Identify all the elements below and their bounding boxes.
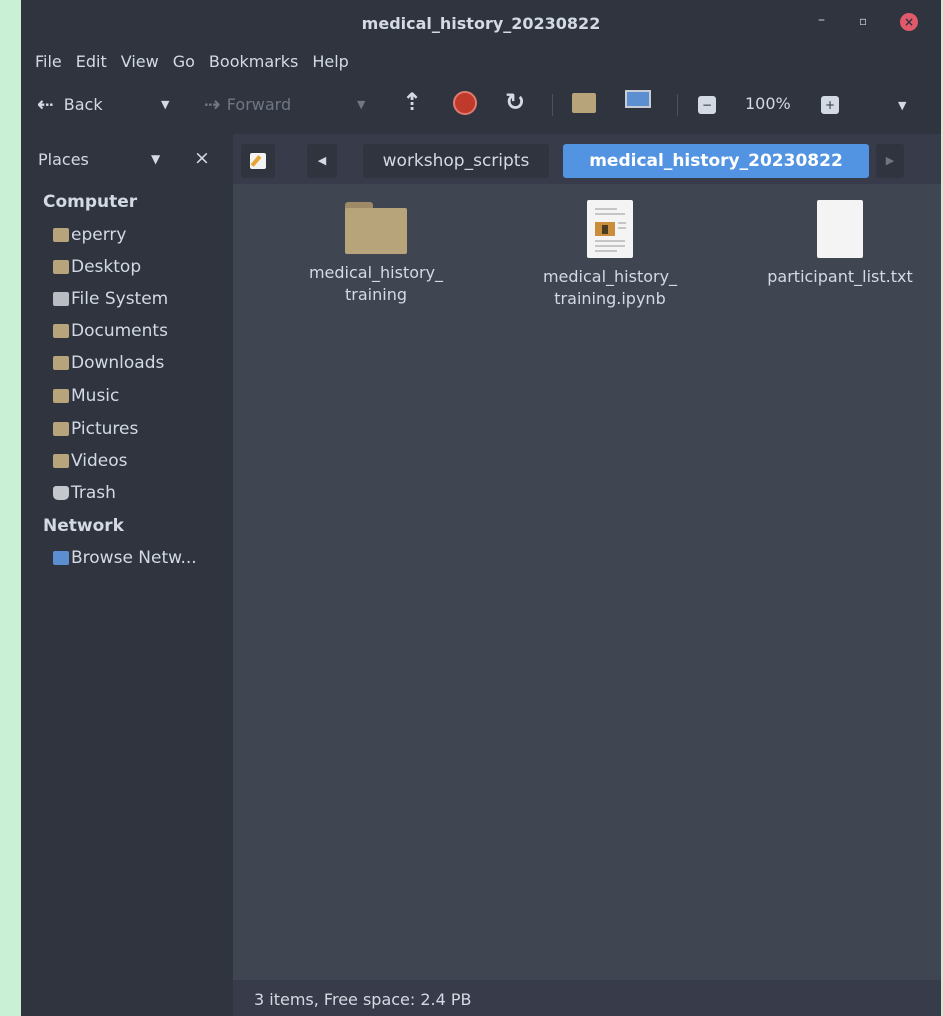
forward-arrow-icon: ⇢ bbox=[204, 92, 221, 116]
menu-help[interactable]: Help bbox=[312, 52, 348, 71]
zoom-in-icon: + bbox=[821, 96, 839, 114]
breadcrumb-workshop-scripts[interactable]: workshop_scripts bbox=[363, 144, 549, 178]
file-name: medical_history_ training bbox=[308, 263, 444, 304]
home-folder-icon bbox=[53, 228, 69, 242]
menu-bookmarks[interactable]: Bookmarks bbox=[209, 52, 298, 71]
sidebar-item-pictures[interactable]: Pictures bbox=[53, 419, 138, 439]
documents-folder-icon bbox=[53, 324, 69, 338]
up-arrow-icon[interactable]: ⇡ bbox=[402, 88, 422, 116]
location-bar: ◀ workshop_scripts medical_history_20230… bbox=[233, 134, 941, 184]
text-file-icon bbox=[817, 200, 863, 258]
sidebar-item-desktop[interactable]: Desktop bbox=[53, 257, 141, 277]
videos-folder-icon bbox=[53, 454, 69, 468]
back-history-dropdown[interactable]: ▼ bbox=[161, 98, 169, 111]
file-item-notebook[interactable]: medical_history_ training.ipynb bbox=[515, 200, 705, 310]
back-button[interactable]: ⇠ Back bbox=[37, 92, 103, 116]
stop-icon bbox=[453, 91, 477, 115]
pictures-folder-icon bbox=[53, 422, 69, 436]
crumb-scroll-left[interactable]: ◀ bbox=[307, 144, 337, 178]
sidebar-item-documents[interactable]: Documents bbox=[53, 321, 168, 341]
menu-file[interactable]: File bbox=[35, 52, 62, 71]
sidebar-item-downloads[interactable]: Downloads bbox=[53, 353, 164, 373]
zoom-out-icon: − bbox=[698, 96, 716, 114]
side-pane: Places ▼ × Computer eperry Desktop File … bbox=[21, 134, 233, 1016]
sidebar-item-eperry[interactable]: eperry bbox=[53, 225, 126, 245]
file-name: medical_history_ training.ipynb bbox=[542, 267, 678, 308]
toolbar-overflow-dropdown[interactable]: ▼ bbox=[898, 99, 906, 112]
computer-icon bbox=[625, 90, 651, 108]
forward-label: Forward bbox=[226, 94, 292, 114]
status-bar: 3 items, Free space: 2.4 PB bbox=[233, 980, 941, 1016]
notebook-file-icon bbox=[587, 200, 633, 258]
toolbar-separator bbox=[552, 94, 553, 116]
downloads-folder-icon bbox=[53, 356, 69, 370]
sidebar-item-trash[interactable]: Trash bbox=[53, 483, 116, 503]
sidebar-item-label: Videos bbox=[71, 451, 128, 471]
menu-go[interactable]: Go bbox=[173, 52, 195, 71]
sidebar-item-label: Documents bbox=[71, 321, 168, 341]
reload-icon[interactable]: ↻ bbox=[505, 88, 525, 116]
minimize-button[interactable]: – bbox=[818, 12, 825, 28]
forward-button[interactable]: ⇢ Forward bbox=[204, 92, 291, 116]
zoom-out-button[interactable]: − bbox=[698, 96, 716, 114]
sidebar-item-label: Pictures bbox=[71, 419, 139, 439]
music-folder-icon bbox=[53, 389, 69, 403]
network-icon bbox=[53, 551, 69, 565]
title-bar[interactable]: medical_history_20230822 – ▫ × bbox=[21, 0, 941, 44]
side-pane-selector[interactable]: Places bbox=[38, 150, 89, 169]
breadcrumb-current[interactable]: medical_history_20230822 bbox=[563, 144, 869, 178]
toolbar-separator bbox=[677, 94, 678, 116]
file-view[interactable]: medical_history_ training medical_histor… bbox=[233, 184, 941, 980]
window-title: medical_history_20230822 bbox=[361, 14, 601, 33]
chevron-down-icon[interactable]: ▼ bbox=[151, 152, 160, 166]
computer-button[interactable] bbox=[625, 90, 651, 108]
home-folder-icon bbox=[572, 93, 596, 113]
sidebar-item-label: Browse Netw... bbox=[71, 548, 197, 568]
side-pane-header: Places ▼ × bbox=[21, 134, 233, 184]
home-button[interactable] bbox=[572, 93, 596, 113]
zoom-level: 100% bbox=[745, 94, 791, 113]
pencil-icon bbox=[250, 153, 266, 169]
toolbar: ⇠ Back ▼ ⇢ Forward ▼ ⇡ ↻ − 100% + ▼ bbox=[21, 78, 941, 134]
menu-view[interactable]: View bbox=[121, 52, 159, 71]
section-network: Network bbox=[43, 516, 124, 536]
folder-icon bbox=[345, 200, 407, 254]
menu-bar: File Edit View Go Bookmarks Help bbox=[21, 44, 941, 78]
edit-location-button[interactable] bbox=[241, 144, 275, 178]
maximize-button[interactable]: ▫ bbox=[859, 14, 867, 28]
drive-icon bbox=[53, 292, 69, 306]
stop-button[interactable] bbox=[453, 91, 477, 115]
back-label: Back bbox=[63, 94, 103, 114]
close-pane-icon[interactable]: × bbox=[194, 147, 210, 169]
crumb-scroll-right[interactable]: ▶ bbox=[876, 144, 904, 178]
sidebar-item-label: Downloads bbox=[71, 353, 165, 373]
trash-icon bbox=[53, 486, 69, 500]
file-item-folder[interactable]: medical_history_ training bbox=[281, 200, 471, 306]
sidebar-item-label: Trash bbox=[71, 483, 116, 503]
file-name: participant_list.txt bbox=[767, 267, 913, 286]
section-computer: Computer bbox=[43, 192, 138, 212]
close-button[interactable]: × bbox=[900, 13, 918, 31]
file-item-text[interactable]: participant_list.txt bbox=[745, 200, 935, 288]
sidebar-item-label: Desktop bbox=[71, 257, 142, 277]
sidebar-item-label: File System bbox=[71, 289, 169, 309]
file-manager-window: medical_history_20230822 – ▫ × File Edit… bbox=[21, 0, 941, 1016]
sidebar-item-file-system[interactable]: File System bbox=[53, 289, 168, 309]
sidebar-item-browse-network[interactable]: Browse Netw... bbox=[53, 548, 197, 568]
desktop-folder-icon bbox=[53, 260, 69, 274]
menu-edit[interactable]: Edit bbox=[76, 52, 107, 71]
sidebar-item-music[interactable]: Music bbox=[53, 386, 119, 406]
sidebar-item-label: eperry bbox=[71, 225, 127, 245]
status-text: 3 items, Free space: 2.4 PB bbox=[254, 990, 472, 1009]
zoom-in-button[interactable]: + bbox=[821, 96, 839, 114]
back-arrow-icon: ⇠ bbox=[37, 92, 54, 116]
forward-history-dropdown[interactable]: ▼ bbox=[357, 98, 365, 111]
sidebar-item-videos[interactable]: Videos bbox=[53, 451, 128, 471]
sidebar-item-label: Music bbox=[71, 386, 120, 406]
